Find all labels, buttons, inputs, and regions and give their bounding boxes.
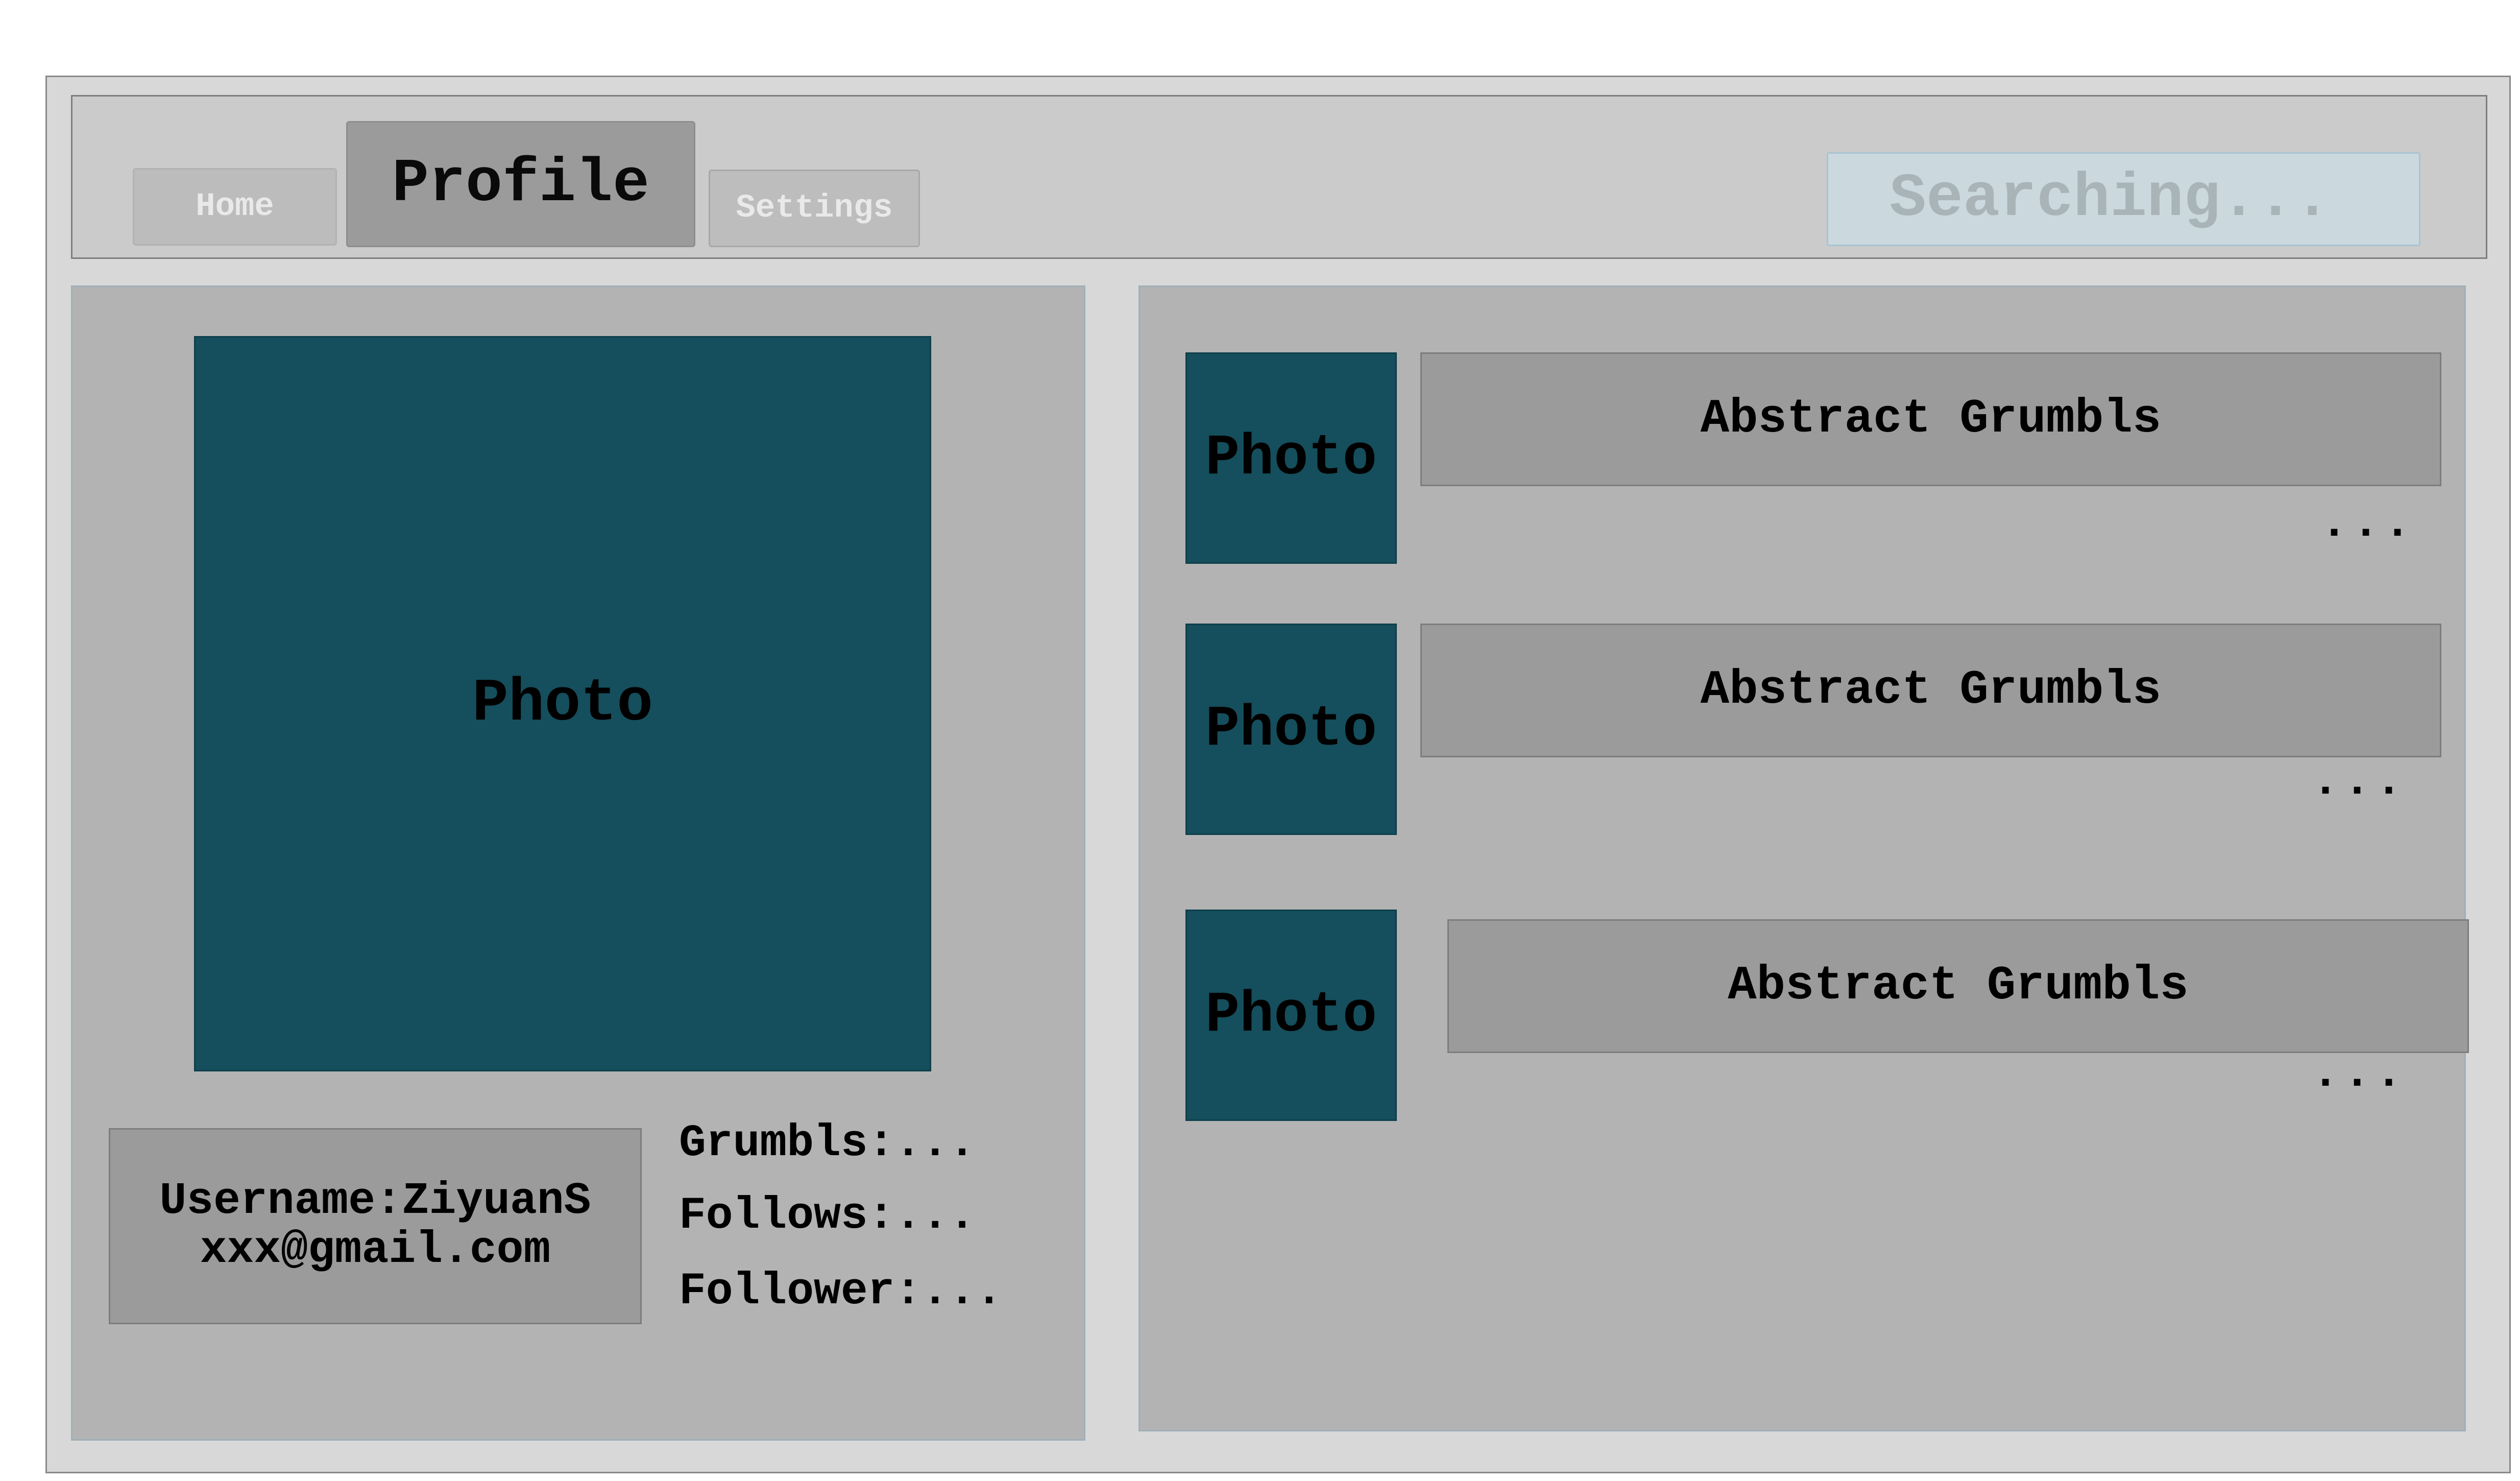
feed-item-photo-label: Photo xyxy=(1205,983,1377,1048)
tab-profile[interactable]: Profile xyxy=(346,121,695,247)
feed-item-title[interactable]: Abstract Grumbls xyxy=(1420,352,2441,486)
feed-item-photo-label: Photo xyxy=(1205,697,1377,762)
more-button[interactable]: ... xyxy=(2312,1048,2407,1100)
user-info-card: Username:ZiyuanS xxx@gmail.com xyxy=(109,1128,642,1324)
more-button[interactable]: ... xyxy=(2320,498,2415,550)
feed-item-photo[interactable]: Photo xyxy=(1185,624,1397,835)
followers-count: Follower:... xyxy=(679,1267,1003,1317)
follows-count: Follows:... xyxy=(679,1191,976,1241)
user-email: xxx@gmail.com xyxy=(200,1225,551,1276)
feed-item-photo-label: Photo xyxy=(1205,425,1377,491)
username: Username:ZiyuanS xyxy=(159,1176,591,1227)
tab-settings[interactable]: Settings xyxy=(709,170,920,247)
more-button[interactable]: ... xyxy=(2312,756,2407,808)
feed-item-title[interactable]: Abstract Grumbls xyxy=(1447,919,2469,1053)
profile-photo-label: Photo xyxy=(472,670,653,738)
search-input[interactable] xyxy=(1827,152,2420,246)
grumbls-count: Grumbls:... xyxy=(679,1118,976,1169)
profile-photo: Photo xyxy=(194,336,931,1071)
feed-item-title[interactable]: Abstract Grumbls xyxy=(1420,624,2441,757)
feed-item-photo[interactable]: Photo xyxy=(1185,910,1397,1121)
tab-home[interactable]: Home xyxy=(133,168,337,246)
feed-item-photo[interactable]: Photo xyxy=(1185,352,1397,564)
